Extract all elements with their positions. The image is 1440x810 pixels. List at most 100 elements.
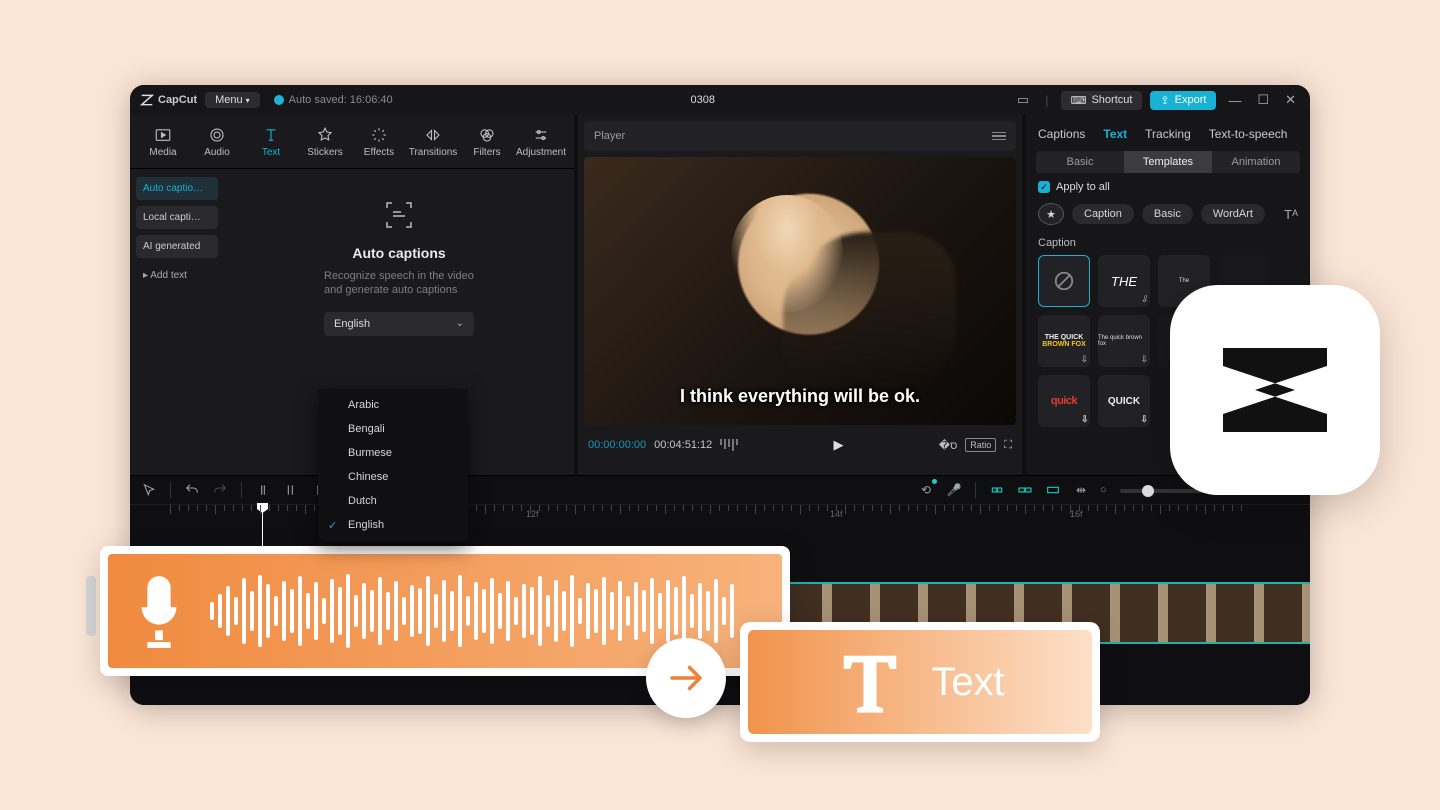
chip-favorites[interactable]: ★ [1038,203,1064,225]
topbar: CapCut Menu ▾ Auto saved: 16:06:40 0308 … [130,85,1310,115]
language-dropdown[interactable]: English ⌄ [324,312,474,336]
checkbox-icon[interactable]: ✓ [1038,181,1050,193]
language-option-arabic[interactable]: Arabic [318,393,468,417]
template-none[interactable] [1038,255,1090,307]
text-T-icon [835,647,905,717]
fullscreen-icon[interactable]: ⛶ [1004,439,1012,452]
download-icon: ⇩ [1140,414,1148,425]
apply-all-row[interactable]: ✓ Apply to all [1026,181,1310,203]
mode-bar: Media Audio Text Stickers Effects Transi… [130,115,574,169]
mode-effects[interactable]: Effects [355,126,403,158]
aspect-ratio-icon[interactable]: ▭ [1013,92,1033,108]
text-side-list: Auto captio… Local capti… AI generated ▸… [130,169,224,475]
link-icon[interactable] [1016,481,1034,499]
player-menu-icon[interactable] [992,132,1006,141]
undo-icon[interactable] [183,481,201,499]
app-name: CapCut [158,94,197,106]
chip-wordart[interactable]: WordArt [1201,204,1265,224]
chevron-down-icon: ⌄ [456,318,464,329]
language-option-chinese[interactable]: Chinese [318,465,468,489]
language-option-burmese[interactable]: Burmese [318,441,468,465]
download-icon: ⇩ [1140,354,1148,365]
preview-icon[interactable] [1044,481,1062,499]
export-button[interactable]: ⇪ Export [1150,91,1216,110]
template-quick1[interactable]: quick⇩ [1038,375,1090,427]
sidebar-item-local-captions[interactable]: Local capti… [136,206,218,229]
download-icon: ⇩ [1081,414,1088,425]
mode-filters[interactable]: Filters [463,126,511,158]
audio-icon [208,126,226,144]
language-selected: English [334,318,370,330]
template-fox2[interactable]: The quick brown fox⇩ [1098,315,1150,367]
microphone-icon [128,572,190,650]
record-icon[interactable]: ⟲ [917,481,935,499]
mode-stickers[interactable]: Stickers [301,126,349,158]
play-button[interactable]: ▶ [834,437,844,453]
subtab-animation[interactable]: Animation [1212,151,1300,173]
text-output-card: Text [740,622,1100,742]
tab-tracking[interactable]: Tracking [1145,127,1191,141]
transitions-icon [424,126,442,144]
project-title: 0308 [393,94,1013,106]
app-logo: CapCut [140,93,197,107]
split-icon[interactable] [254,481,272,499]
close-icon[interactable]: ✕ [1281,92,1300,108]
mode-text[interactable]: Text [247,126,295,158]
template-the[interactable]: THE⇩ [1098,255,1150,307]
time-duration: 00:04:51:12 [654,439,712,451]
redo-icon[interactable] [211,481,229,499]
auto-captions-title: Auto captions [352,245,445,261]
shortcut-button[interactable]: ⌨ Shortcut [1061,91,1143,110]
subtab-basic[interactable]: Basic [1036,151,1124,173]
capcut-logo-icon [1205,320,1345,460]
player-controls: 00:00:00:00 00:04:51:12 ▶ �ס Ratio ⛶ [578,431,1022,463]
mode-audio[interactable]: Audio [193,126,241,158]
mode-transitions[interactable]: Transitions [409,126,457,158]
tab-captions[interactable]: Captions [1038,127,1085,141]
arrows-icon[interactable]: ⇹ [1072,481,1090,499]
focus-icon[interactable]: �ס [939,439,958,452]
language-option-english[interactable]: ✓English [318,513,468,537]
zoom-slider-knob[interactable] [1142,485,1154,497]
time-current: 00:00:00:00 [588,439,646,451]
stickers-icon [316,126,334,144]
zoom-out-icon[interactable]: ○ [1100,484,1107,496]
mic-icon[interactable]: 🎤 [945,481,963,499]
split-left-icon[interactable] [282,481,300,499]
sidebar-item-auto-captions[interactable]: Auto captio… [136,177,218,200]
divider: | [1041,93,1052,108]
video-preview[interactable]: I think everything will be ok. [584,157,1016,425]
filter-icon[interactable]: Tᴬ [1284,207,1298,222]
chip-basic[interactable]: Basic [1142,204,1193,224]
minimize-icon[interactable]: — [1224,93,1245,108]
sidebar-item-add-text[interactable]: ▸ Add text [136,264,218,287]
text-icon [262,126,280,144]
arrow-badge [646,638,726,718]
sidebar-item-ai-generated[interactable]: AI generated [136,235,218,258]
ruler-label: 16f [1070,509,1083,519]
template-quick2[interactable]: QUICK⇩ [1098,375,1150,427]
timeline-ruler[interactable]: 12f 14f 16f [130,504,1310,524]
capcut-logo-icon [140,93,154,107]
filters-icon [478,126,496,144]
ratio-button[interactable]: Ratio [965,438,996,452]
mode-adjustment[interactable]: Adjustment [517,126,565,158]
caption-section-label: Caption [1026,233,1310,255]
select-tool-icon[interactable] [140,481,158,499]
chip-caption[interactable]: Caption [1072,204,1134,224]
effects-icon [370,126,388,144]
mode-media[interactable]: Media [139,126,187,158]
menu-button[interactable]: Menu ▾ [205,92,260,108]
tab-text-to-speech[interactable]: Text-to-speech [1209,127,1288,141]
media-icon [154,126,172,144]
right-tabs: Captions Text Tracking Text-to-speech [1026,121,1310,151]
subtab-templates[interactable]: Templates [1124,151,1212,173]
ruler-label: 12f [526,509,539,519]
maximize-icon[interactable]: ☐ [1253,92,1273,108]
language-option-bengali[interactable]: Bengali [318,417,468,441]
right-subtabs: Basic Templates Animation [1036,151,1300,173]
snap-icon[interactable] [988,481,1006,499]
tab-text[interactable]: Text [1103,127,1127,141]
language-option-dutch[interactable]: Dutch [318,489,468,513]
template-fox[interactable]: THE QUICKBROWN FOX⇩ [1038,315,1090,367]
